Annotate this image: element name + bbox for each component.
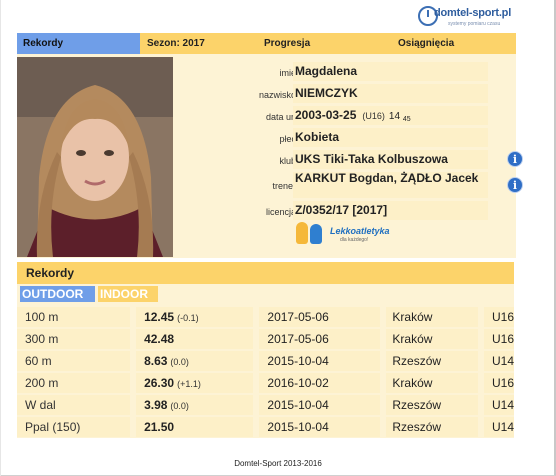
record-date: 2017-05-06 xyxy=(259,307,381,327)
record-row: W dal 3.98 (0.0) 2015-10-04 Rzeszów U14 xyxy=(17,395,514,415)
field-plec: płeć: Kobieta xyxy=(189,128,507,149)
logo-tagline: systemy pomiaru czasu xyxy=(448,21,501,27)
event-name: 200 m xyxy=(17,373,131,393)
record-place: Kraków xyxy=(386,329,478,349)
athlete-info: imię: Magdalena nazwisko: NIEMCZYK data … xyxy=(189,62,523,223)
field-data-ur: data ur.: 2003-03-25(U16)14 45 xyxy=(189,106,507,127)
result-value: 26.30 xyxy=(144,376,175,390)
field-trener: trener: KARKUT Bogdan, ŻĄDŁO Jacek i xyxy=(189,172,523,200)
record-place: Kraków xyxy=(386,307,478,327)
tab-progresja[interactable]: Progresja xyxy=(255,33,382,54)
birth-date: 2003-03-25 xyxy=(295,108,357,122)
result-cell: 42.48 xyxy=(136,329,254,349)
result-cell: 21.50 xyxy=(136,417,254,437)
event-name: Ppal (150) xyxy=(17,417,131,437)
tab-sezon[interactable]: Sezon: 2017 xyxy=(140,33,255,54)
record-row: 100 m 12.45 (-0.1) 2017-05-06 Kraków U16 xyxy=(17,307,514,327)
records-panel: OUTDOOR INDOOR 100 m 12.45 (-0.1) 2017-05-0… xyxy=(17,284,514,438)
records-table: 100 m 12.45 (-0.1) 2017-05-06 Kraków U16 300 m… xyxy=(17,305,514,439)
wind-value: (0.0) xyxy=(170,401,189,411)
result-value: 42.48 xyxy=(144,332,175,346)
record-category: U14 xyxy=(483,351,514,371)
kids-logo-icon xyxy=(294,220,330,248)
record-date: 2017-05-06 xyxy=(259,329,381,349)
record-row: 60 m 8.63 (0.0) 2015-10-04 Rzeszów U14 xyxy=(17,351,514,371)
wind-value: (0.0) xyxy=(170,357,189,367)
tab-indoor[interactable]: INDOOR xyxy=(98,286,158,302)
record-place: Rzeszów xyxy=(386,395,478,415)
wind-value: (+1.1) xyxy=(177,379,201,389)
result-value: 3.98 xyxy=(144,398,168,412)
info-icon[interactable]: i xyxy=(507,177,523,193)
records-header: Rekordy xyxy=(17,262,514,284)
lekkoatletyka-badge: Lekkoatletyka dla każdego! xyxy=(294,220,404,248)
record-category: U16 xyxy=(483,307,514,327)
records-tabs: OUTDOOR INDOOR xyxy=(20,286,158,302)
license-value: Z/0352/17 [2017] xyxy=(293,201,488,220)
record-category: U16 xyxy=(483,329,514,349)
event-name: 60 m xyxy=(17,351,131,371)
event-name: 300 m xyxy=(17,329,131,349)
result-value: 21.50 xyxy=(144,420,175,434)
record-row: 200 m 26.30 (+1.1) 2016-10-02 Kraków U16 xyxy=(17,373,514,393)
record-place: Rzeszów xyxy=(386,417,478,437)
last-name-value: NIEMCZYK xyxy=(293,84,488,103)
record-category: U14 xyxy=(483,395,514,415)
record-date: 2015-10-04 xyxy=(259,395,381,415)
age-category: (U16) xyxy=(362,111,385,121)
field-label: licencja xyxy=(265,207,296,217)
result-cell: 8.63 (0.0) xyxy=(136,351,254,371)
field-klub: klub: UKS Tiki-Taka Kolbuszowa i xyxy=(189,150,523,171)
field-imie: imię: Magdalena xyxy=(189,62,507,83)
footer-text: Domtel-Sport 2013-2016 xyxy=(234,459,322,468)
badge-subtitle: dla każdego! xyxy=(340,237,369,243)
record-place: Kraków xyxy=(386,373,478,393)
record-category: U14 xyxy=(483,417,514,437)
top-nav: Rekordy Sezon: 2017 Progresja Osiągnięci… xyxy=(17,33,516,54)
coach-value: KARKUT Bogdan, ŻĄDŁO Jacek xyxy=(293,172,488,198)
birth-date-value: 2003-03-25 (U16) 14 45 xyxy=(293,106,488,125)
tab-outdoor[interactable]: OUTDOOR xyxy=(20,286,95,302)
club-value: UKS Tiki-Taka Kolbuszowa xyxy=(293,150,488,169)
record-category: U16 xyxy=(483,373,514,393)
result-value: 8.63 xyxy=(144,354,168,368)
logo-brand-text: domtel-sport.pl xyxy=(434,7,512,19)
athlete-profile-panel: imię: Magdalena nazwisko: NIEMCZYK data … xyxy=(17,54,523,258)
record-row: Ppal (150) 21.50 2015-10-04 Rzeszów U14 xyxy=(17,417,514,437)
sex-value: Kobieta xyxy=(293,128,488,147)
record-date: 2015-10-04 xyxy=(259,417,381,437)
result-cell: 12.45 (-0.1) xyxy=(136,307,254,327)
record-place: Rzeszów xyxy=(386,351,478,371)
domtel-sport-logo[interactable]: domtel-sport.pl systemy pomiaru czasu xyxy=(418,4,514,30)
field-licencja: licencja: Z/0352/17 [2017] xyxy=(189,201,507,222)
field-nazwisko: nazwisko: NIEMCZYK xyxy=(189,84,507,105)
tab-osiagniecia[interactable]: Osiągnięcia xyxy=(382,33,454,54)
record-date: 2016-10-02 xyxy=(259,373,381,393)
tab-rekordy[interactable]: Rekordy xyxy=(17,33,140,54)
result-value: 12.45 xyxy=(144,310,175,324)
record-row: 300 m 42.48 2017-05-06 Kraków U16 xyxy=(17,329,514,349)
field-label: nazwisko xyxy=(258,90,296,100)
record-date: 2015-10-04 xyxy=(259,351,381,371)
first-name-value: Magdalena xyxy=(293,62,488,81)
result-cell: 3.98 (0.0) xyxy=(136,395,254,415)
badge-title: Lekkoatletyka xyxy=(330,226,390,236)
result-cell: 26.30 (+1.1) xyxy=(136,373,254,393)
age-value: 14 45 xyxy=(388,111,411,123)
info-icon[interactable]: i xyxy=(507,151,523,167)
event-name: 100 m xyxy=(17,307,131,327)
field-label: data ur. xyxy=(265,112,296,122)
wind-value: (-0.1) xyxy=(177,313,199,323)
athlete-photo xyxy=(17,57,173,257)
event-name: W dal xyxy=(17,395,131,415)
